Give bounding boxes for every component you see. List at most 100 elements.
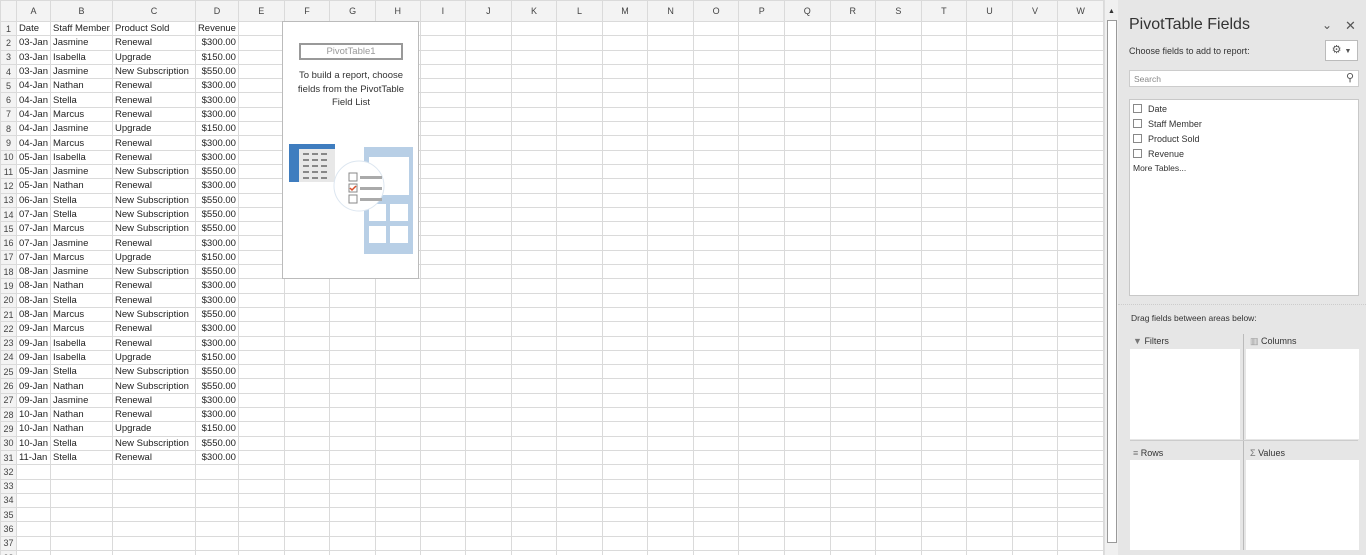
cell-H25[interactable] — [374, 364, 421, 380]
cell-J12[interactable] — [465, 178, 512, 194]
cell-C26[interactable]: New Subscription — [111, 378, 196, 394]
cell-V9[interactable] — [1011, 135, 1059, 151]
cell-D8[interactable]: $150.00 — [194, 121, 239, 137]
column-header-E[interactable]: E — [237, 0, 285, 22]
cell-W19[interactable] — [1057, 278, 1104, 294]
cell-D3[interactable]: $150.00 — [194, 49, 239, 65]
cell-M30[interactable] — [601, 435, 649, 451]
cell-J32[interactable] — [465, 464, 512, 480]
cell-W28[interactable] — [1057, 407, 1104, 423]
cell-M4[interactable] — [601, 63, 649, 80]
columns-drop-area[interactable] — [1246, 349, 1359, 439]
cell-A29[interactable]: 10-Jan — [15, 421, 52, 437]
cell-R33[interactable] — [829, 478, 877, 494]
cell-T7[interactable] — [920, 106, 968, 123]
cell-C38[interactable] — [111, 549, 196, 555]
cell-Q10[interactable] — [783, 149, 831, 165]
cell-D37[interactable] — [194, 535, 239, 551]
cell-Q27[interactable] — [783, 392, 831, 409]
cell-B21[interactable]: Marcus — [50, 306, 113, 323]
cell-T33[interactable] — [920, 478, 968, 494]
cell-N16[interactable] — [647, 235, 694, 251]
cell-L7[interactable] — [556, 106, 603, 123]
cell-D11[interactable]: $550.00 — [194, 163, 239, 180]
cell-D21[interactable]: $550.00 — [194, 306, 239, 323]
cell-O1[interactable] — [692, 20, 740, 37]
cell-C14[interactable]: New Subscription — [111, 206, 196, 223]
cell-P26[interactable] — [738, 378, 785, 394]
cell-L12[interactable] — [556, 178, 603, 194]
cell-Q26[interactable] — [783, 378, 831, 394]
cell-B7[interactable]: Marcus — [50, 106, 113, 123]
cell-E14[interactable] — [237, 206, 285, 223]
cell-L20[interactable] — [556, 292, 603, 308]
cell-P5[interactable] — [738, 78, 785, 94]
cell-P4[interactable] — [738, 63, 785, 80]
cell-K20[interactable] — [510, 292, 558, 308]
cell-I16[interactable] — [419, 235, 467, 251]
cell-G29[interactable] — [329, 421, 376, 437]
cell-E2[interactable] — [237, 35, 285, 51]
cell-H20[interactable] — [374, 292, 421, 308]
cell-V24[interactable] — [1011, 349, 1059, 366]
cell-U2[interactable] — [966, 35, 1013, 51]
cell-R12[interactable] — [829, 178, 877, 194]
row-header[interactable]: 31 — [0, 449, 17, 466]
cell-H33[interactable] — [374, 478, 421, 494]
cell-O27[interactable] — [692, 392, 740, 409]
cell-P37[interactable] — [738, 535, 785, 551]
column-header-W[interactable]: W — [1057, 0, 1104, 22]
cell-I4[interactable] — [419, 63, 467, 80]
cell-K18[interactable] — [510, 264, 558, 280]
cell-N11[interactable] — [647, 163, 694, 180]
cell-I11[interactable] — [419, 163, 467, 180]
cell-U4[interactable] — [966, 63, 1013, 80]
cell-F22[interactable] — [283, 321, 331, 337]
cell-C19[interactable]: Renewal — [111, 278, 196, 294]
cell-R19[interactable] — [829, 278, 877, 294]
cell-C30[interactable]: New Subscription — [111, 435, 196, 451]
cell-I6[interactable] — [419, 92, 467, 108]
cell-L18[interactable] — [556, 264, 603, 280]
cell-M26[interactable] — [601, 378, 649, 394]
cell-I5[interactable] — [419, 78, 467, 94]
cell-L9[interactable] — [556, 135, 603, 151]
cell-H28[interactable] — [374, 407, 421, 423]
cell-R8[interactable] — [829, 121, 877, 137]
cell-L31[interactable] — [556, 449, 603, 466]
cell-N28[interactable] — [647, 407, 694, 423]
cell-E23[interactable] — [237, 335, 285, 351]
cell-N35[interactable] — [647, 507, 694, 523]
cell-D22[interactable]: $300.00 — [194, 321, 239, 337]
cell-R28[interactable] — [829, 407, 877, 423]
row-header[interactable]: 24 — [0, 349, 17, 366]
cell-D35[interactable] — [194, 507, 239, 523]
cell-W9[interactable] — [1057, 135, 1104, 151]
cell-N24[interactable] — [647, 349, 694, 366]
cell-S28[interactable] — [875, 407, 922, 423]
cell-O26[interactable] — [692, 378, 740, 394]
cell-S30[interactable] — [875, 435, 922, 451]
cell-Q12[interactable] — [783, 178, 831, 194]
cell-A21[interactable]: 08-Jan — [15, 306, 52, 323]
cell-J22[interactable] — [465, 321, 512, 337]
cell-J1[interactable] — [465, 20, 512, 37]
cell-S8[interactable] — [875, 121, 922, 137]
cell-U12[interactable] — [966, 178, 1013, 194]
cell-R30[interactable] — [829, 435, 877, 451]
cell-O8[interactable] — [692, 121, 740, 137]
cell-L33[interactable] — [556, 478, 603, 494]
cell-I3[interactable] — [419, 49, 467, 65]
cell-Q16[interactable] — [783, 235, 831, 251]
cell-A34[interactable] — [15, 492, 52, 509]
cell-B37[interactable] — [50, 535, 113, 551]
cell-S13[interactable] — [875, 192, 922, 208]
cell-F37[interactable] — [283, 535, 331, 551]
cell-P2[interactable] — [738, 35, 785, 51]
cell-V6[interactable] — [1011, 92, 1059, 108]
cell-J28[interactable] — [465, 407, 512, 423]
cell-N21[interactable] — [647, 306, 694, 323]
cell-W35[interactable] — [1057, 507, 1104, 523]
row-header[interactable]: 20 — [0, 292, 17, 308]
cell-D26[interactable]: $550.00 — [194, 378, 239, 394]
